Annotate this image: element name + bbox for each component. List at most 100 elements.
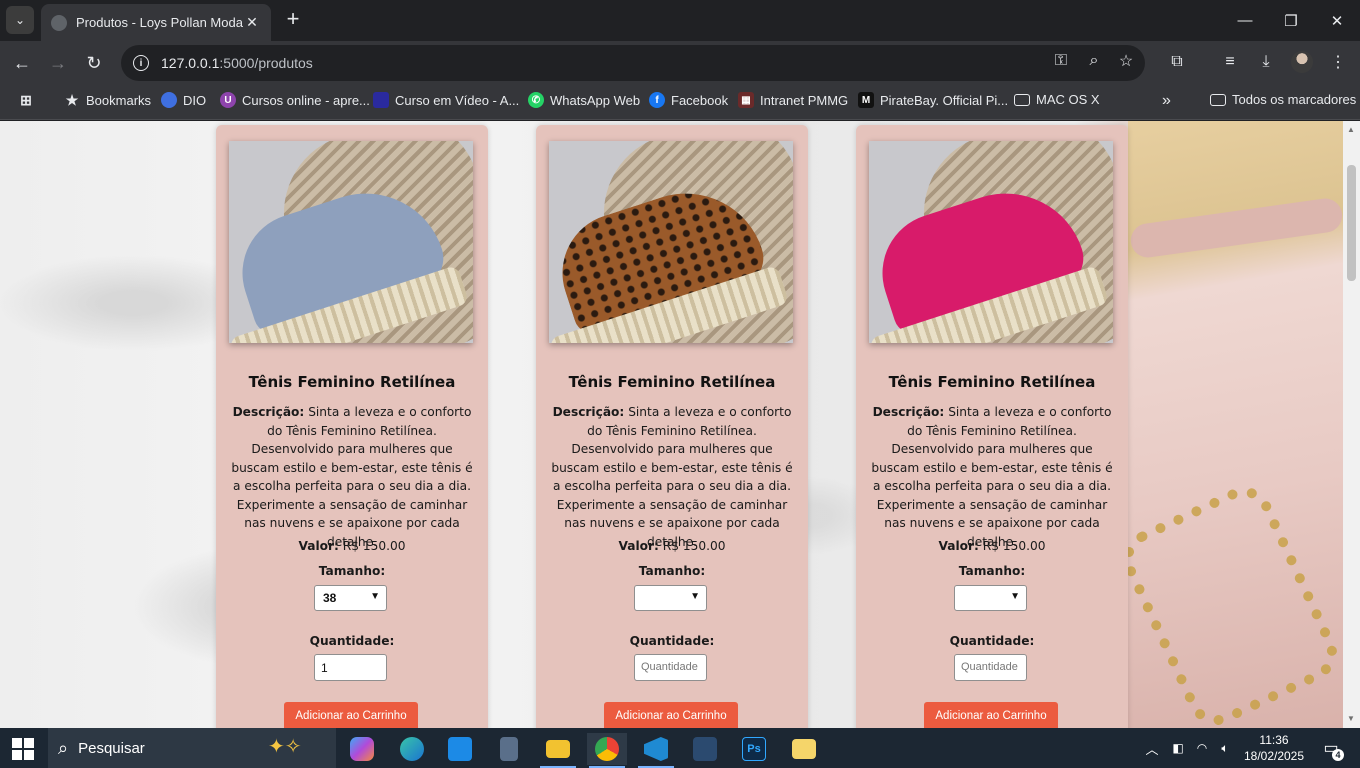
facebook-icon: f	[649, 92, 665, 108]
reload-button[interactable]: ↻	[80, 49, 108, 77]
taskbar-app-copilot[interactable]	[342, 733, 382, 765]
folder-icon	[1014, 93, 1030, 106]
notifications-icon[interactable]: ▭ 4	[1316, 728, 1346, 768]
profile-avatar[interactable]	[1291, 51, 1313, 73]
taskbar-search-box[interactable]: ⌕ Pesquisar ✦✧	[48, 728, 336, 768]
product-card: Tênis Feminino Retilínea Descrição: Sint…	[536, 125, 808, 765]
size-label: Tamanho:	[318, 564, 386, 578]
menu-kebab-icon[interactable]: ⋮	[1326, 50, 1350, 74]
bookmark-dio[interactable]: DIO	[161, 92, 206, 108]
price-label: Valor:	[938, 539, 979, 553]
bookmark-bookmarks[interactable]: ★ Bookmarks	[64, 92, 151, 108]
product-name: Tênis Feminino Retilínea	[568, 373, 776, 391]
search-placeholder: Pesquisar	[78, 739, 145, 757]
bookmark-facebook[interactable]: f Facebook	[649, 92, 728, 108]
taskbar-app-store[interactable]	[440, 733, 480, 765]
size-select[interactable]: ▼	[634, 585, 707, 611]
quantity-input[interactable]: Quantidade	[954, 654, 1027, 681]
notification-count-badge: 4	[1332, 749, 1344, 761]
address-bar[interactable]: i 127.0.0.1:5000/produtos	[121, 45, 1145, 81]
taskbar-app-chrome[interactable]	[587, 733, 627, 768]
size-selected-value: 38	[323, 591, 337, 605]
product-description: Descrição: Sinta a leveza e o conforto d…	[228, 403, 476, 551]
page-scrollbar[interactable]: ▲ ▼	[1343, 121, 1360, 728]
taskbar-app-folder[interactable]	[784, 733, 824, 765]
bookmark-whatsapp[interactable]: ✆ WhatsApp Web	[528, 92, 640, 108]
price-value: R$ 150.00	[982, 539, 1046, 553]
bookmark-curso-em-video[interactable]: Curso em Vídeo - A...	[373, 92, 519, 108]
quantity-input[interactable]: Quantidade	[634, 654, 707, 681]
price-label: Valor:	[298, 539, 339, 553]
clock[interactable]: 11:36 18/02/2025	[1240, 728, 1308, 768]
browser-tabbar: ⌄ Produtos - Loys Pollan Modas ✕ + — ❐ ✕	[0, 0, 1360, 41]
chevron-down-icon: ▼	[370, 591, 380, 602]
piratebay-icon: M	[858, 92, 874, 108]
bookmark-cursos-online[interactable]: U Cursos online - apre...	[220, 92, 370, 108]
taskbar-app-vscode[interactable]	[636, 733, 676, 768]
bookmark-mac-os-x[interactable]: MAC OS X	[1014, 92, 1100, 107]
site-info-icon[interactable]: i	[133, 55, 149, 71]
minimize-button[interactable]: —	[1222, 0, 1268, 41]
taskbar-app-file-explorer[interactable]	[538, 733, 578, 768]
bookmark-piratebay[interactable]: M PirateBay. Official Pi...	[858, 92, 1008, 108]
apps-grid-icon[interactable]: ⊞	[18, 92, 40, 108]
size-label: Tamanho:	[638, 564, 706, 578]
clock-time: 11:36	[1259, 733, 1289, 747]
taskbar-app-photoshop[interactable]: Ps	[734, 733, 774, 765]
price-label: Valor:	[618, 539, 659, 553]
extensions-icon[interactable]: ⧉	[1165, 50, 1189, 74]
all-bookmarks-folder[interactable]: Todos os marcadores	[1210, 92, 1356, 107]
tray-device-icon[interactable]: ◧	[1168, 728, 1188, 768]
taskbar-app-calculator[interactable]	[489, 733, 529, 765]
size-select[interactable]: ▼	[954, 585, 1027, 611]
media-control-icon[interactable]: ≡	[1218, 50, 1242, 74]
dio-icon	[161, 92, 177, 108]
volume-icon[interactable]: 🔈︎	[1214, 728, 1236, 768]
bookmarks-bar: ⊞ ★ Bookmarks DIO U Cursos online - apre..…	[0, 84, 1360, 120]
product-image	[229, 141, 473, 343]
quantity-label: Quantidade:	[309, 634, 395, 648]
taskbar-app-mysql-workbench[interactable]	[685, 733, 725, 765]
chevron-down-icon: ▼	[690, 591, 700, 602]
product-card: Tênis Feminino Retilínea Descrição: Sint…	[856, 125, 1128, 765]
close-window-button[interactable]: ✕	[1314, 0, 1360, 41]
price-value: R$ 150.00	[342, 539, 406, 553]
product-image	[869, 141, 1113, 343]
back-button[interactable]: ←	[8, 49, 36, 77]
tab-search-button[interactable]: ⌄	[6, 6, 34, 34]
downloads-icon[interactable]: ⤓	[1254, 50, 1278, 74]
url-path: :5000/produtos	[219, 55, 313, 71]
bookmark-intranet[interactable]: ▦ Intranet PMMG	[738, 92, 848, 108]
scroll-down-arrow-icon[interactable]: ▼	[1347, 714, 1355, 723]
video-icon	[373, 92, 389, 108]
scroll-up-arrow-icon[interactable]: ▲	[1347, 125, 1355, 134]
windows-start-button[interactable]	[12, 738, 34, 760]
clock-date: 18/02/2025	[1243, 749, 1305, 763]
product-name: Tênis Feminino Retilínea	[888, 373, 1096, 391]
tab-title: Produtos - Loys Pollan Modas	[76, 15, 243, 30]
price-value: R$ 150.00	[662, 539, 726, 553]
size-select[interactable]: 38 ▼	[314, 585, 387, 611]
new-tab-button[interactable]: +	[281, 8, 305, 32]
more-bookmarks-chevron-icon[interactable]: »	[1162, 92, 1171, 110]
taskbar-app-edge[interactable]	[392, 733, 432, 765]
zoom-icon[interactable]: ⌕	[1084, 51, 1104, 71]
url-host: 127.0.0.1	[161, 55, 220, 71]
product-price: Valor: R$ 150.00	[216, 539, 488, 553]
wifi-icon[interactable]: ◠	[1192, 728, 1212, 768]
globe-icon	[51, 14, 67, 31]
close-tab-icon[interactable]: ✕	[243, 14, 261, 31]
tray-chevron-up-icon[interactable]: ︿	[1142, 728, 1162, 768]
product-description: Descrição: Sinta a leveza e o conforto d…	[548, 403, 796, 551]
quantity-input[interactable]: 1	[314, 654, 387, 681]
sparkle-icon: ✦✧	[268, 736, 302, 758]
product-name: Tênis Feminino Retilínea	[248, 373, 456, 391]
forward-button[interactable]: →	[44, 49, 72, 77]
intranet-icon: ▦	[738, 92, 754, 108]
scrollbar-thumb[interactable]	[1347, 165, 1356, 281]
browser-tab[interactable]: Produtos - Loys Pollan Modas ✕	[41, 4, 271, 41]
restore-button[interactable]: ❐	[1268, 0, 1314, 41]
password-key-icon[interactable]: ⚿	[1051, 51, 1071, 71]
description-text: Sinta a leveza e o conforto do Tênis Fem…	[231, 405, 473, 549]
bookmark-star-icon[interactable]: ☆	[1116, 51, 1136, 71]
